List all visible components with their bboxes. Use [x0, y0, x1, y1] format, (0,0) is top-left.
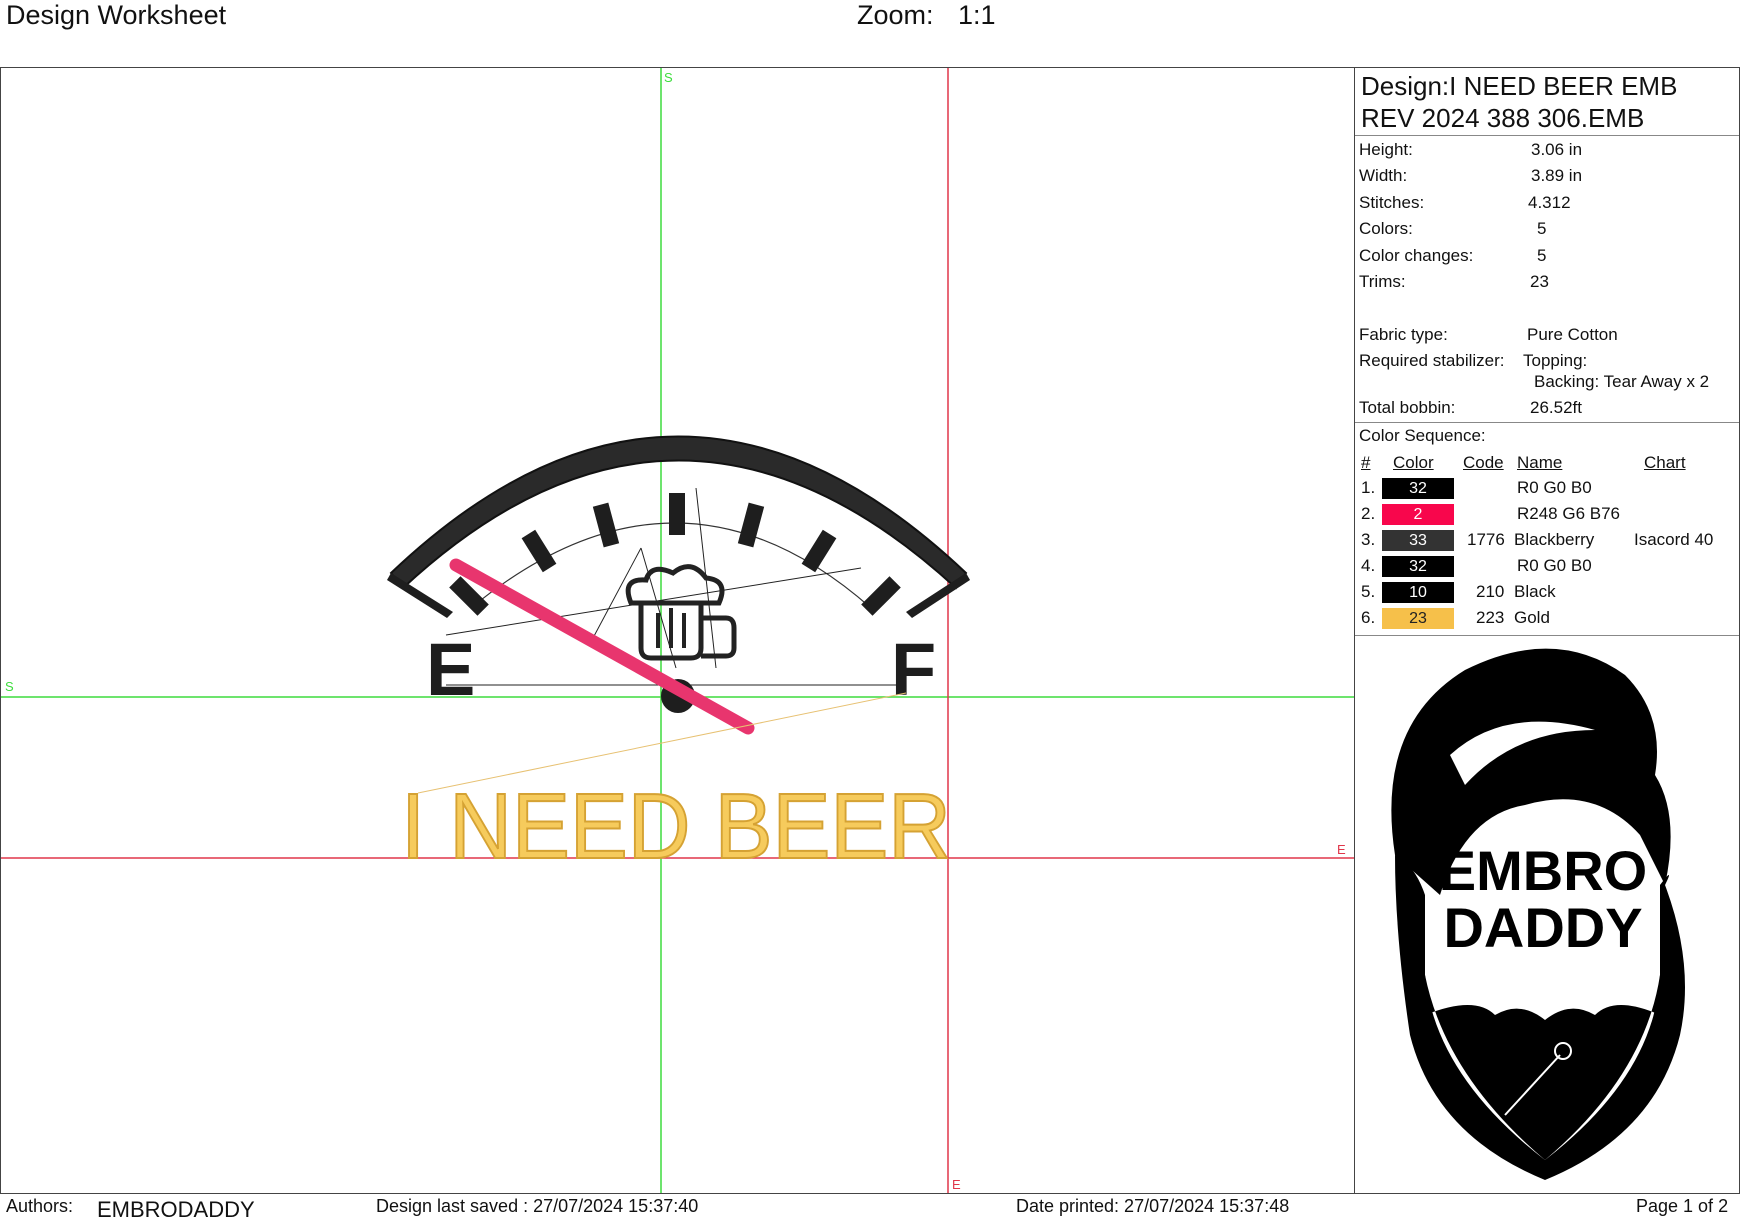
fabric-label: Fabric type: — [1359, 325, 1448, 344]
stitches-label: Stitches: — [1359, 193, 1425, 212]
seq-row-code: 1776 — [1467, 530, 1505, 549]
stabilizer-label: Required stabilizer: — [1359, 351, 1505, 370]
seq-row-code: 223 — [1476, 608, 1505, 627]
seq-row-num: 1. — [1361, 478, 1376, 497]
beer-mug-icon — [625, 564, 737, 661]
seq-row-num: 6. — [1361, 608, 1376, 627]
seq-row-name: R0 G0 B0 — [1517, 556, 1592, 575]
bearded-man-logo: EMBRO DADDY — [1391, 648, 1685, 1180]
gauge-empty-letter: E — [426, 628, 475, 711]
seq-row-name: R0 G0 B0 — [1517, 478, 1592, 497]
height-label: Height: — [1359, 140, 1413, 159]
gauge-needle — [449, 558, 755, 735]
zoom-value[interactable]: 1:1 — [958, 0, 996, 31]
seq-row-num: 3. — [1361, 530, 1376, 549]
design-info-panel: Design:I NEED BEER EMB REV 2024 388 306.… — [1355, 67, 1740, 1194]
gauge-full-letter: F — [891, 628, 936, 711]
guide-start-top: S — [664, 70, 673, 85]
design-properties: Height: 3.06 in Width: 3.89 in Stitches:… — [1355, 136, 1739, 423]
design-text: I NEED BEER — [401, 774, 951, 878]
seq-row-swatch: 23 — [1382, 608, 1454, 629]
seq-row-num: 4. — [1361, 556, 1376, 575]
authors-label: Authors: — [6, 1196, 74, 1216]
gauge-left-end — [387, 573, 453, 618]
color-changes-label: Color changes: — [1359, 246, 1474, 265]
seq-row-name: Blackberry — [1514, 530, 1595, 549]
seq-row-code: 210 — [1476, 582, 1505, 601]
date-printed: Date printed: 27/07/2024 15:37:48 — [1016, 1196, 1290, 1216]
stitches-value: 4.312 — [1528, 193, 1571, 212]
stabilizer-backing: Backing: Tear Away x 2 — [1534, 372, 1710, 391]
logo-mustache — [1435, 978, 1655, 1009]
guide-start-left: S — [5, 679, 14, 694]
seq-row-num: 5. — [1361, 582, 1376, 601]
authors-value: EMBRODADDY — [97, 1197, 255, 1222]
trims-label: Trims: — [1359, 272, 1406, 291]
worksheet-title: Design Worksheet — [6, 0, 227, 30]
seq-row-num: 2. — [1361, 504, 1376, 523]
last-saved: Design last saved : 27/07/2024 15:37:40 — [376, 1196, 699, 1216]
seq-row-name: R248 G6 B76 — [1517, 504, 1621, 523]
stabilizer-topping: Topping: — [1523, 351, 1588, 370]
seq-row-name: Gold — [1514, 608, 1550, 627]
design-name-line2: REV 2024 388 306.EMB — [1361, 103, 1645, 133]
color-changes-value: 5 — [1537, 246, 1547, 265]
colors-label: Colors: — [1359, 219, 1413, 238]
gauge-right-end — [906, 573, 970, 618]
seq-row-swatch: 2 — [1382, 504, 1454, 525]
col-chart-header: Chart — [1644, 453, 1686, 472]
seq-row-swatch: 33 — [1382, 530, 1454, 551]
brand-logo: EMBRO DADDY — [1355, 635, 1739, 1193]
trims-value: 23 — [1530, 272, 1549, 291]
colors-value: 5 — [1537, 219, 1547, 238]
col-name-header: Name — [1517, 453, 1563, 472]
bobbin-value: 26.52ft — [1530, 398, 1582, 417]
logo-text-line1: EMBRO — [1439, 839, 1647, 902]
guide-end-bottom: E — [952, 1177, 961, 1192]
design-canvas[interactable]: S S E E E F I NEED BEER — [0, 67, 1355, 1194]
bobbin-label: Total bobbin: — [1359, 398, 1456, 417]
logo-text-line2: DADDY — [1443, 896, 1642, 959]
width-label: Width: — [1359, 166, 1408, 185]
guide-end-right: E — [1337, 842, 1346, 857]
zoom-label: Zoom: — [857, 0, 934, 30]
seq-row-swatch: 10 — [1382, 582, 1454, 603]
col-color-header: Color — [1393, 453, 1434, 472]
col-num-header: # — [1361, 453, 1371, 472]
color-sequence: Color Sequence: # Color Code Name Chart … — [1355, 423, 1739, 636]
design-name-line1: Design:I NEED BEER EMB — [1361, 71, 1678, 101]
color-sequence-title: Color Sequence: — [1359, 426, 1486, 445]
design-name: Design:I NEED BEER EMB REV 2024 388 306.… — [1355, 68, 1739, 136]
seq-row-swatch: 32 — [1382, 478, 1454, 499]
fabric-value: Pure Cotton — [1527, 325, 1618, 344]
col-code-header: Code — [1463, 453, 1504, 472]
page-indicator: Page 1 of 2 — [1636, 1196, 1729, 1216]
width-value: 3.89 in — [1531, 166, 1583, 185]
seq-row-swatch: 32 — [1382, 556, 1454, 577]
seq-row-chart: Isacord 40 — [1634, 530, 1714, 549]
height-value: 3.06 in — [1531, 140, 1583, 159]
seq-row-name: Black — [1514, 582, 1556, 601]
design-preview: S S E E E F I NEED BEER — [1, 68, 1354, 1193]
